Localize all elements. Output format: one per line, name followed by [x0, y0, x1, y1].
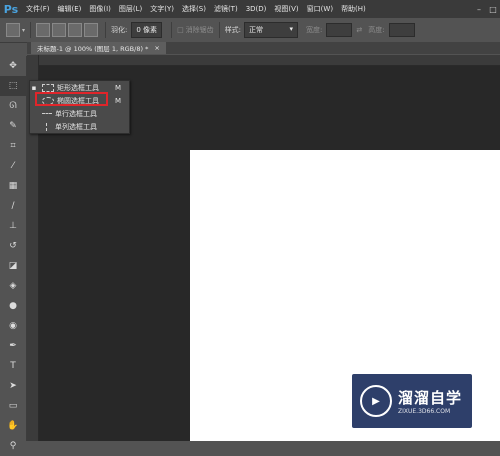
menu-help[interactable]: 帮助(H): [337, 4, 370, 14]
flyout-item-label: 单行选框工具: [55, 109, 97, 118]
width-input[interactable]: [326, 23, 353, 37]
flyout-item-shortcut: M: [115, 83, 122, 92]
subtract-selection-icon[interactable]: [68, 23, 83, 37]
options-bar: ▾ 羽化: 0 像素 □ 消除锯齿 样式: 正常 ▾ 宽度: ⇄ 高度:: [0, 18, 500, 43]
selected-dot-icon: ▪: [31, 83, 37, 92]
menu-layer[interactable]: 图层(L): [115, 4, 146, 14]
tools-panel: ✥ ⬚ ᘏ ✎ ⌗ ⁄ ▦ ∕ ⊥ ↺ ◪ ◈ ● ◉ ✒ T ➤ ▭ ✋ ⚲: [0, 56, 27, 451]
marquee-tool-icon[interactable]: ⬚: [0, 76, 26, 96]
menu-image[interactable]: 图像(I): [85, 4, 115, 14]
document-tab-bar: 未标题-1 @ 100% (图层 1, RGB/8) * ×: [27, 42, 500, 54]
menu-filter[interactable]: 滤镜(T): [210, 4, 242, 14]
feather-label: 羽化:: [111, 26, 128, 34]
marquee-preset-icon[interactable]: [6, 23, 20, 37]
play-icon: ▶: [360, 385, 392, 417]
new-selection-icon[interactable]: [36, 23, 51, 37]
flyout-item-shortcut: M: [115, 96, 122, 105]
document-tab[interactable]: 未标题-1 @ 100% (图层 1, RGB/8) * ×: [31, 42, 166, 54]
horizontal-ruler: [38, 55, 500, 66]
type-tool-icon[interactable]: T: [0, 356, 26, 376]
zoom-tool-icon[interactable]: ⚲: [0, 436, 26, 456]
brush-tool-icon[interactable]: ∕: [0, 196, 26, 216]
height-label: 高度:: [368, 26, 385, 34]
lasso-tool-icon[interactable]: ᘏ: [0, 96, 26, 116]
menu-window[interactable]: 窗口(W): [303, 4, 337, 14]
antialias-label: 消除锯齿: [185, 26, 214, 34]
marquee-tool-flyout: ▪ 矩形选框工具 M 椭圆选框工具 M 单行选框工具 单列选框工具: [29, 80, 130, 134]
single-column-marquee-icon: [46, 122, 47, 131]
healing-brush-tool-icon[interactable]: ▦: [0, 176, 26, 196]
watermark: ▶ 溜溜自学 ZIXUE.3D66.COM: [352, 374, 472, 428]
clone-stamp-tool-icon[interactable]: ⊥: [0, 216, 26, 236]
chevron-down-icon[interactable]: ▾: [22, 27, 25, 34]
menu-type[interactable]: 文字(Y): [146, 4, 178, 14]
history-brush-tool-icon[interactable]: ↺: [0, 236, 26, 256]
antialias-checkbox-icon[interactable]: □: [177, 26, 184, 34]
path-selection-tool-icon[interactable]: ➤: [0, 376, 26, 396]
maximize-icon[interactable]: □: [486, 5, 500, 14]
document-tab-title: 未标题-1 @ 100% (图层 1, RGB/8) *: [37, 45, 149, 53]
crop-tool-icon[interactable]: ⌗: [0, 136, 26, 156]
rectangle-tool-icon[interactable]: ▭: [0, 396, 26, 416]
menu-edit[interactable]: 编辑(E): [54, 4, 86, 14]
quick-selection-tool-icon[interactable]: ✎: [0, 116, 26, 136]
move-tool-icon[interactable]: ✥: [0, 56, 26, 76]
rect-marquee-icon: [42, 83, 54, 92]
feather-input[interactable]: 0 像素: [131, 22, 163, 38]
style-label: 样式:: [224, 26, 242, 34]
flyout-item-single-row-marquee[interactable]: 单行选框工具: [30, 107, 129, 120]
menu-bar: Ps 文件(F) 编辑(E) 图像(I) 图层(L) 文字(Y) 选择(S) 滤…: [0, 0, 500, 18]
swap-icon[interactable]: ⇄: [356, 26, 362, 34]
width-label: 宽度:: [306, 26, 323, 34]
menu-view[interactable]: 视图(V): [270, 4, 302, 14]
pen-tool-icon[interactable]: ✒: [0, 336, 26, 356]
style-select[interactable]: 正常 ▾: [244, 22, 299, 38]
flyout-item-label: 单列选框工具: [55, 122, 97, 131]
menu-file[interactable]: 文件(F): [22, 4, 54, 14]
eyedropper-tool-icon[interactable]: ⁄: [0, 156, 26, 176]
intersect-selection-icon[interactable]: [84, 23, 99, 37]
blur-tool-icon[interactable]: ●: [0, 296, 26, 316]
chevron-down-icon: ▾: [289, 25, 294, 33]
watermark-url: ZIXUE.3D66.COM: [398, 408, 451, 415]
eraser-tool-icon[interactable]: ◪: [0, 256, 26, 276]
menu-3d[interactable]: 3D(D): [242, 5, 271, 13]
hand-tool-icon[interactable]: ✋: [0, 416, 26, 436]
height-input[interactable]: [388, 23, 415, 37]
flyout-item-label: 矩形选框工具: [57, 83, 99, 92]
minimize-icon[interactable]: –: [472, 5, 486, 14]
paint-bucket-tool-icon[interactable]: ◈: [0, 276, 26, 296]
highlight-box: [35, 92, 108, 106]
menu-select[interactable]: 选择(S): [178, 4, 210, 14]
flyout-item-single-column-marquee[interactable]: 单列选框工具: [30, 120, 129, 133]
style-value: 正常: [249, 26, 264, 34]
photoshop-logo: Ps: [3, 2, 19, 16]
close-icon[interactable]: ×: [154, 44, 159, 52]
dodge-tool-icon[interactable]: ◉: [0, 316, 26, 336]
watermark-title: 溜溜自学: [398, 389, 463, 407]
add-selection-icon[interactable]: [52, 23, 67, 37]
single-row-marquee-icon: [42, 113, 52, 114]
